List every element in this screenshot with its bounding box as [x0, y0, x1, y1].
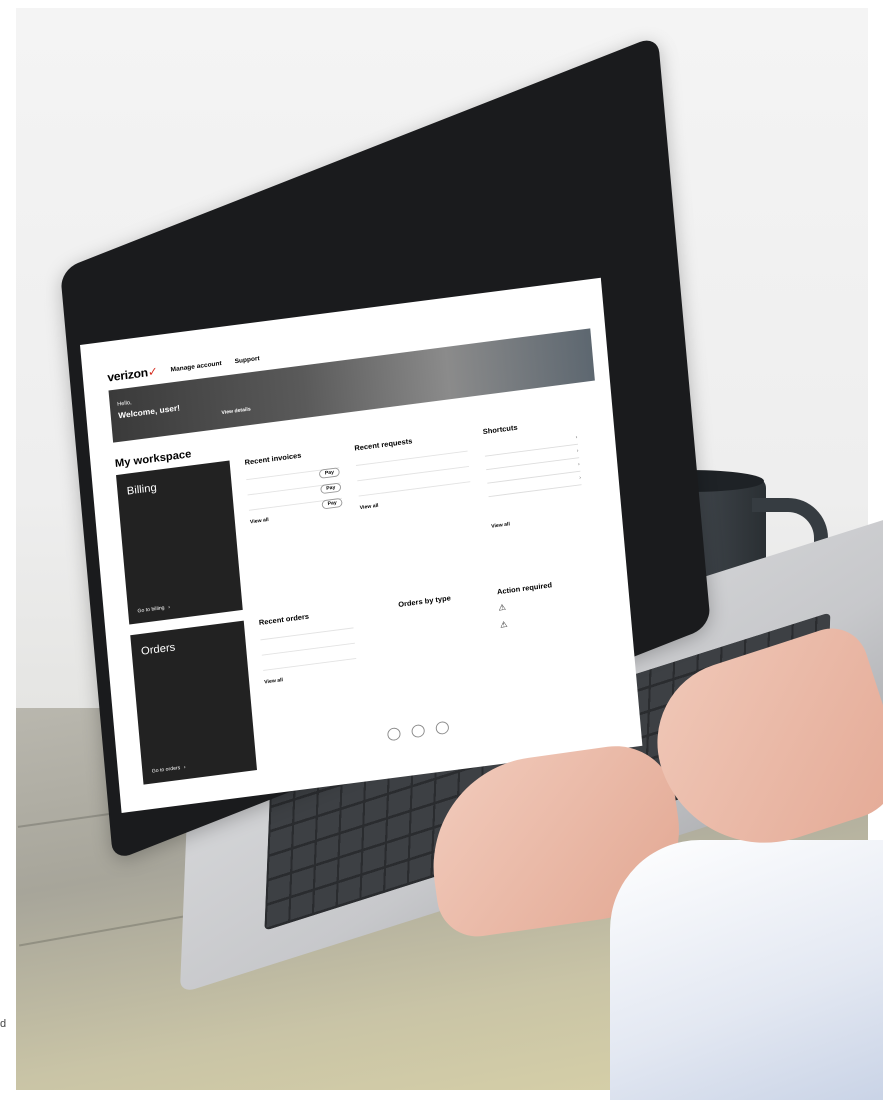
- shirt-sleeve: [610, 840, 883, 1100]
- page-edge-text: d: [0, 1018, 6, 1030]
- chevron-right-icon: ›: [575, 435, 577, 441]
- go-to-billing-label: Go to billing: [137, 605, 164, 614]
- go-to-billing-link[interactable]: Go to billing ›: [137, 605, 170, 615]
- orders-tile-title: Orders: [141, 640, 176, 657]
- order-type-button[interactable]: [387, 727, 401, 741]
- verizon-logo[interactable]: verizon✓: [107, 364, 159, 385]
- orders-tile-description: [147, 703, 244, 715]
- recent-requests-section: Recent requests View all: [354, 430, 472, 511]
- nav-manage-account[interactable]: Manage account: [170, 360, 222, 373]
- orders-by-type-controls: [387, 715, 492, 741]
- action-required-section: Action required ⚠ ⚠: [497, 576, 594, 638]
- logo-text: verizon: [107, 365, 149, 384]
- go-to-orders-label: Go to orders: [152, 765, 181, 774]
- nav-support[interactable]: Support: [234, 355, 260, 365]
- order-description: [263, 653, 356, 665]
- recent-invoices-section: Recent invoices Pay Pay Pay View all: [244, 447, 343, 526]
- billing-tile-title: Billing: [126, 481, 157, 497]
- billing-tile[interactable]: Billing Go to billing ›: [116, 460, 243, 624]
- shortcuts-section: Shortcuts › › › › View all: [482, 416, 584, 530]
- orders-view-all-link[interactable]: View all: [264, 668, 357, 685]
- order-type-button[interactable]: [435, 721, 449, 735]
- order-row[interactable]: [261, 637, 355, 655]
- go-to-orders-link[interactable]: Go to orders›: [152, 765, 186, 775]
- shortcuts-view-all-link[interactable]: View all: [491, 512, 584, 529]
- order-description: [261, 637, 354, 649]
- recent-orders-section: Recent orders View all: [259, 607, 358, 686]
- orders-by-type-section: Orders by type: [368, 590, 492, 742]
- chevron-right-icon: ›: [578, 462, 580, 468]
- utility-bar: [570, 285, 589, 287]
- laptop-screen: verizon✓ Manage account Support Hello, W…: [80, 278, 642, 813]
- order-status: [261, 637, 354, 649]
- chevron-right-icon: ›: [579, 475, 581, 481]
- order-type-button[interactable]: [411, 724, 425, 738]
- orders-tile[interactable]: Orders Go to orders›: [130, 621, 257, 785]
- order-status: [263, 653, 356, 665]
- order-id: [263, 653, 356, 665]
- chevron-right-icon: ›: [577, 448, 579, 454]
- alert-icon: ⚠: [498, 602, 506, 613]
- order-row[interactable]: [263, 653, 357, 671]
- invoices-view-all-link[interactable]: View all: [250, 508, 343, 525]
- chevron-right-icon: ›: [184, 765, 186, 771]
- web-page: verizon✓ Manage account Support Hello, W…: [80, 278, 642, 813]
- checkmark-icon: ✓: [147, 364, 158, 379]
- action-item[interactable]: ⚠: [500, 608, 594, 630]
- alert-icon: ⚠: [500, 619, 508, 630]
- hero-info: [219, 369, 331, 383]
- billing-tile-description: [133, 542, 230, 554]
- chevron-right-icon: ›: [168, 605, 170, 611]
- invoice-row: Pay: [248, 492, 342, 510]
- invoice-row: Pay: [247, 477, 341, 495]
- hero-link[interactable]: View details: [221, 407, 251, 416]
- hero-greeting: Hello,: [117, 400, 132, 407]
- order-id: [261, 637, 354, 649]
- orders-by-type-heading: Orders by type: [368, 590, 480, 613]
